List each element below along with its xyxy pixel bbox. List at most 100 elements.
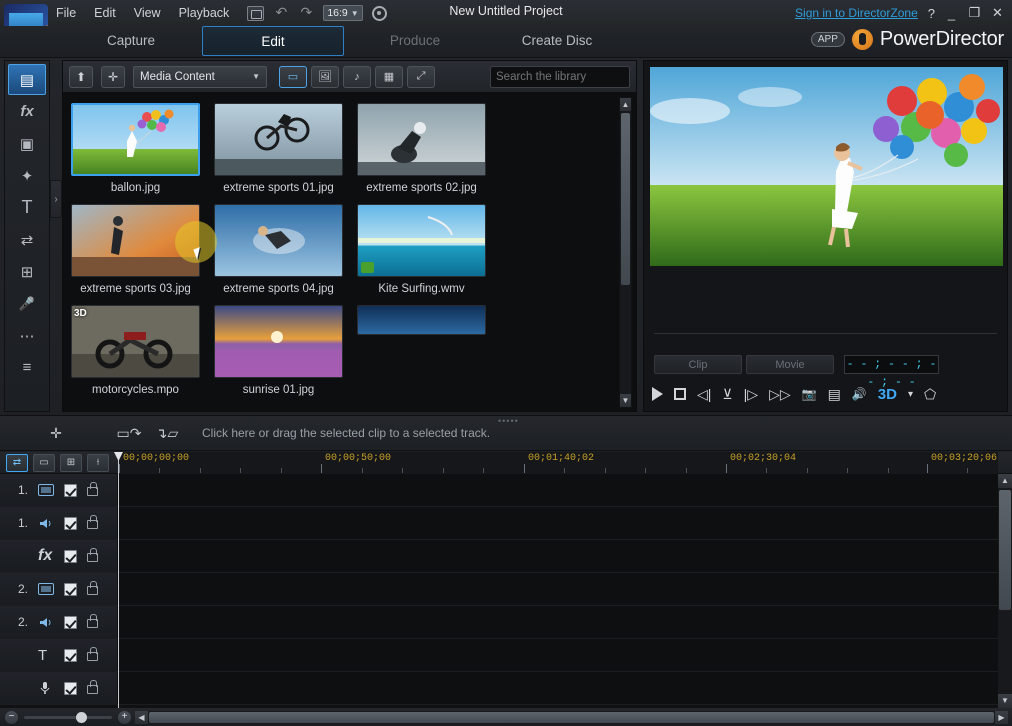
rail-item-transition-room[interactable]: ⇄ [8,224,46,255]
media-thumbnail[interactable] [357,305,486,335]
table-row[interactable] [0,672,1012,705]
all-media-filter-icon[interactable]: ▭ [279,65,307,88]
zoom-slider-handle[interactable] [76,711,87,723]
track-header-title[interactable]: T [0,639,118,671]
playhead[interactable] [118,452,119,708]
rail-item-title-room[interactable]: T [8,192,46,223]
directorzone-signin-link[interactable]: Sign in to DirectorZone [795,6,918,20]
scroll-up-icon[interactable]: ▲ [998,474,1012,488]
media-thumbnail[interactable]: 3D [71,305,200,378]
media-thumbnail[interactable] [357,103,486,176]
timeline-ruler[interactable]: 00;00;00;00 00;00;50;00 00;01;40;02 00;0… [118,452,998,474]
snapshot-icon[interactable]: 📷 [802,387,817,401]
rail-item-voice-over-room[interactable]: 🎤 [8,288,46,319]
rail-item-notes-room[interactable]: ≡ [8,352,46,383]
zoom-in-button[interactable]: + [118,710,131,724]
preview-movie-tab[interactable]: Movie [746,355,834,374]
scroll-up-icon[interactable]: ▲ [620,98,631,111]
stop-button[interactable] [674,388,686,400]
free-view-icon[interactable]: ⬠ [924,386,936,403]
storyboard-view-button[interactable]: ▭ [33,453,55,472]
audio-filter-icon[interactable]: ♪ [343,65,371,88]
redo-icon[interactable]: ↷ [298,5,314,20]
track-lane[interactable] [118,573,1012,605]
media-thumbnail[interactable] [357,204,486,277]
track-header-audio-2[interactable]: 2. [0,606,118,638]
zoom-out-button[interactable]: − [5,710,18,724]
track-lane[interactable] [118,474,1012,506]
list-item[interactable]: extreme sports 04.jpg [214,204,343,295]
table-row[interactable]: 1. [0,474,1012,507]
library-scrollbar[interactable]: ▲ ▼ [619,97,632,408]
scroll-left-icon[interactable]: ◀ [135,710,148,724]
media-thumbnail[interactable] [214,305,343,378]
display-options-icon[interactable]: ▤ [828,386,841,403]
menu-playback[interactable]: Playback [179,6,230,20]
track-header-video-2[interactable]: 2. [0,573,118,605]
list-item[interactable]: extreme sports 01.jpg [214,103,343,194]
track-enable-checkbox[interactable] [64,648,77,662]
table-row[interactable]: T [0,639,1012,672]
magic-tools-icon[interactable]: ✛ [101,65,125,88]
scroll-down-icon[interactable]: ▼ [620,394,631,407]
lock-icon[interactable] [87,548,98,562]
track-enable-checkbox[interactable] [64,516,77,530]
media-thumbnail[interactable] [71,204,200,277]
track-lane[interactable] [118,507,1012,539]
track-manager-button[interactable]: ⊞ [60,453,82,472]
table-row[interactable]: 2. [0,606,1012,639]
track-enable-checkbox[interactable] [64,681,77,695]
scrollbar-thumb[interactable] [621,113,630,285]
app-badge[interactable]: APP [810,32,845,47]
table-row[interactable]: fx [0,540,1012,573]
overwrite-mode-icon[interactable]: ↴▱ [150,425,184,442]
gear-icon[interactable] [371,5,387,21]
timeline-vertical-scrollbar[interactable]: ▲ ▼ [998,474,1012,708]
lock-icon[interactable] [87,647,98,661]
track-header-voice[interactable] [0,672,118,704]
3d-mode-button[interactable]: 3D [878,386,897,403]
sync-button[interactable]: ⟊ [87,453,109,472]
menu-file[interactable]: File [56,6,76,20]
track-lane[interactable] [118,540,1012,572]
lock-icon[interactable] [87,614,98,628]
volume-icon[interactable]: 🔊 [852,387,867,401]
scrollbar-thumb[interactable] [149,711,994,723]
close-button[interactable]: ✕ [991,5,1004,21]
insert-mode-icon[interactable]: ▭↷ [112,425,146,442]
track-lane[interactable] [118,606,1012,638]
list-item[interactable]: sunrise 01.jpg [214,305,343,396]
tab-edit[interactable]: Edit [202,26,344,56]
mark-button[interactable]: ⊻ [722,386,732,403]
track-header-video-1[interactable]: 1. [0,474,118,506]
minimize-button[interactable]: _ [945,6,958,21]
timeline-horizontal-scrollbar[interactable]: ◀ ▶ [135,710,1008,724]
preview-clip-tab[interactable]: Clip [654,355,742,374]
magic-tool-icon[interactable]: ✛ [44,425,68,442]
scroll-right-icon[interactable]: ▶ [995,710,1008,724]
media-thumbnail[interactable] [214,103,343,176]
track-enable-checkbox[interactable] [64,615,77,629]
search-input[interactable] [496,70,650,83]
list-item[interactable]: extreme sports 03.jpg [71,204,200,295]
image-filter-icon[interactable]: 🖼 [311,65,339,88]
rail-expand-button[interactable]: › [50,180,62,218]
table-row[interactable]: 1. [0,507,1012,540]
list-item[interactable]: ballon.jpg [71,103,200,194]
lock-icon[interactable] [87,680,98,694]
scrollbar-thumb[interactable] [999,490,1011,610]
rail-item-particle-room[interactable]: ✦ [8,160,46,191]
track-enable-checkbox[interactable] [64,582,77,596]
tab-produce[interactable]: Produce [344,26,486,56]
rail-item-pip-room[interactable]: ▣ [8,128,46,159]
rail-item-chapter-room[interactable]: ⋯ [8,320,46,351]
maximize-button[interactable]: ❐ [968,5,981,21]
aspect-ratio-selector[interactable]: 16:9 ▼ [323,5,363,21]
rail-item-subtitle-room[interactable]: ⊞ [8,256,46,287]
lock-icon[interactable] [87,515,98,529]
tab-capture[interactable]: Capture [60,26,202,56]
media-thumbnail[interactable] [214,204,343,277]
play-button[interactable] [652,387,663,401]
rail-item-media-room[interactable]: ▤ [8,64,46,95]
media-content-dropdown[interactable]: Media Content ▼ [133,65,267,88]
